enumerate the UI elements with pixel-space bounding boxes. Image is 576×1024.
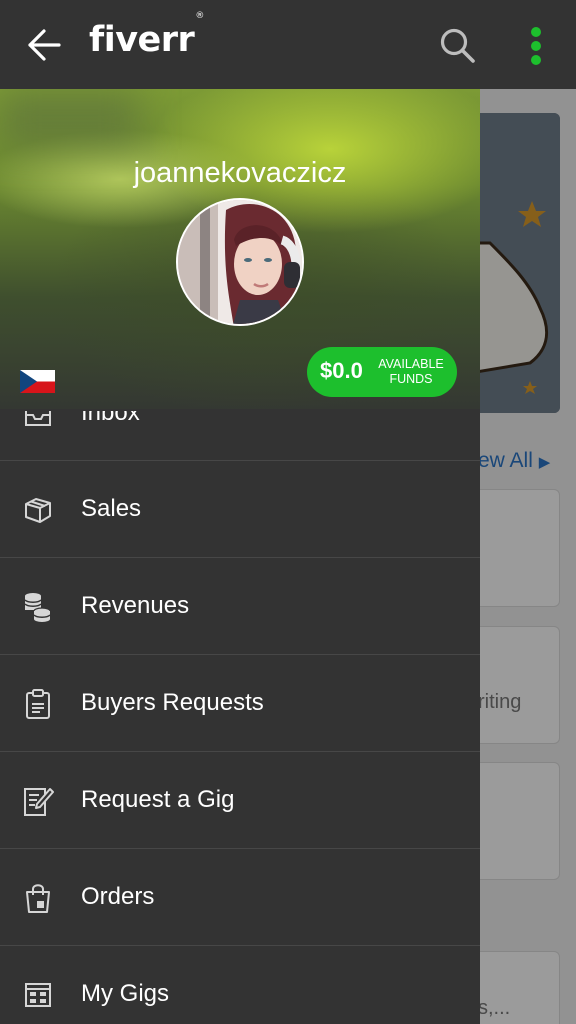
grid-icon <box>25 983 51 1007</box>
menu-item-label: Buyers Requests <box>81 689 264 716</box>
menu-item-label: Sales <box>81 495 142 522</box>
menu-item-label: Request a Gig <box>81 786 235 813</box>
available-funds-button[interactable]: $0.0 AVAILABLE FUNDS <box>307 347 457 397</box>
menu-item-revenues[interactable]: Revenues <box>0 558 480 655</box>
profile-username[interactable]: joannekovaczicz <box>0 157 480 190</box>
clipboard-icon <box>26 689 50 719</box>
menu-item-my-gigs[interactable]: My Gigs <box>0 946 480 1024</box>
shopping-bag-icon <box>26 884 50 913</box>
search-button[interactable] <box>439 27 477 65</box>
coins-icon <box>24 593 51 622</box>
navigation-drawer: joannekovaczicz $0.0 AVAILABLE FUNDS Inb… <box>0 89 480 1024</box>
funds-amount: $0.0 <box>320 358 363 383</box>
menu-item-label: Inbox <box>81 411 140 426</box>
edit-document-icon <box>24 788 54 816</box>
more-vertical-icon <box>531 27 541 65</box>
menu-item-inbox[interactable]: Inbox <box>0 411 480 461</box>
menu-item-sales[interactable]: Sales <box>0 461 480 558</box>
funds-label: AVAILABLE FUNDS <box>378 357 444 386</box>
drawer-menu: Inbox Sales Revenues Buyers Requests Req… <box>0 411 480 1024</box>
inbox-icon <box>25 411 51 426</box>
menu-item-label: Orders <box>81 883 155 910</box>
menu-item-buyers-requests[interactable]: Buyers Requests <box>0 655 480 752</box>
avatar[interactable] <box>176 198 304 326</box>
menu-item-label: Revenues <box>81 592 190 619</box>
profile-header: joannekovaczicz $0.0 AVAILABLE FUNDS <box>0 89 480 409</box>
menu-item-label: My Gigs <box>81 980 170 1007</box>
arrow-left-icon <box>28 29 61 61</box>
app-bar: fiverr® <box>0 0 576 89</box>
menu-item-orders[interactable]: Orders <box>0 849 480 946</box>
fiverr-logo: fiverr® <box>89 11 204 60</box>
overflow-menu-button[interactable] <box>526 26 546 66</box>
search-icon <box>440 28 475 63</box>
back-button[interactable] <box>26 28 62 62</box>
menu-item-request-a-gig[interactable]: Request a Gig <box>0 752 480 849</box>
box-icon <box>25 498 51 523</box>
czech-flag-icon <box>20 370 55 393</box>
